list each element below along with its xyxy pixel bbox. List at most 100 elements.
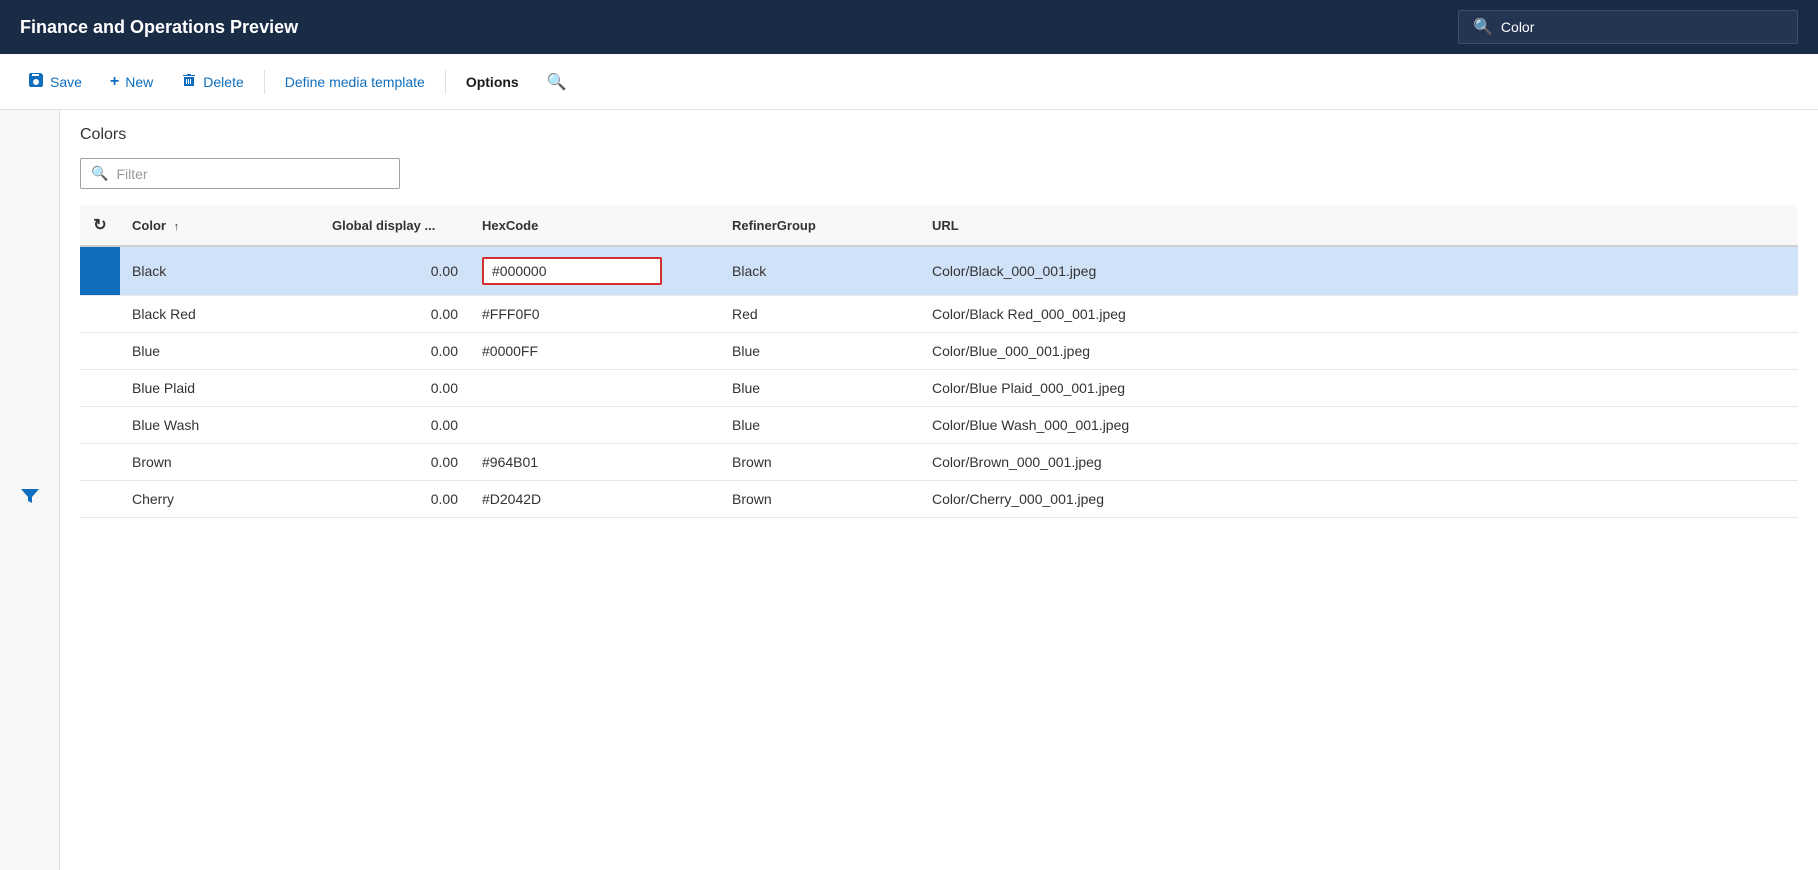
sidebar — [0, 110, 60, 870]
toolbar-divider-2 — [445, 70, 446, 94]
table-header-row: ↻ Color ↑ Global display ... HexCode Ref… — [80, 205, 1798, 246]
hexcode-cell[interactable] — [470, 246, 720, 296]
header-bar: Finance and Operations Preview 🔍 — [0, 0, 1818, 54]
row-indicator — [80, 481, 120, 518]
color-cell: Blue — [120, 333, 320, 370]
table-row[interactable]: Cherry 0.00 #D2042D Brown Color/Cherry_0… — [80, 481, 1798, 518]
toolbar: Save + New Delete Define media template … — [0, 54, 1818, 110]
table-row[interactable]: Blue Plaid 0.00 Blue Color/Blue Plaid_00… — [80, 370, 1798, 407]
define-media-template-button[interactable]: Define media template — [273, 66, 437, 98]
table-row[interactable]: Brown 0.00 #964B01 Brown Color/Brown_000… — [80, 444, 1798, 481]
color-cell: Blue Wash — [120, 407, 320, 444]
row-indicator — [80, 370, 120, 407]
hexcode-cell: #964B01 — [470, 444, 720, 481]
color-column-label: Color — [132, 218, 166, 233]
new-icon: + — [110, 73, 119, 91]
app-title: Finance and Operations Preview — [20, 17, 298, 38]
hexcode-column-label: HexCode — [482, 218, 538, 233]
table-body: Black 0.00 Black Color/Black_000_001.jpe… — [80, 246, 1798, 518]
row-indicator — [80, 333, 120, 370]
refiner-group-cell: Black — [720, 246, 920, 296]
search-icon: 🔍 — [1473, 17, 1493, 37]
new-button[interactable]: + New — [98, 65, 165, 99]
refiner-group-cell: Brown — [720, 481, 920, 518]
refiner-group-cell: Blue — [720, 333, 920, 370]
color-cell: Black — [120, 246, 320, 296]
delete-icon — [181, 72, 197, 91]
refiner-group-column-header[interactable]: RefinerGroup — [720, 205, 920, 246]
hexcode-input[interactable] — [482, 257, 662, 285]
url-cell: Color/Black_000_001.jpeg — [920, 246, 1798, 296]
color-cell: Blue Plaid — [120, 370, 320, 407]
table-header: ↻ Color ↑ Global display ... HexCode Ref… — [80, 205, 1798, 246]
color-cell: Cherry — [120, 481, 320, 518]
refiner-group-cell: Blue — [720, 370, 920, 407]
global-display-cell: 0.00 — [320, 296, 470, 333]
content-panel: Colors 🔍 ↻ Color ↑ Glo — [60, 110, 1818, 870]
filter-container: 🔍 — [80, 158, 1798, 189]
url-column-header[interactable]: URL — [920, 205, 1798, 246]
global-search[interactable]: 🔍 — [1458, 10, 1798, 44]
global-display-cell: 0.00 — [320, 246, 470, 296]
url-cell: Color/Brown_000_001.jpeg — [920, 444, 1798, 481]
refiner-group-column-label: RefinerGroup — [732, 218, 816, 233]
color-column-header[interactable]: Color ↑ — [120, 205, 320, 246]
table-row[interactable]: Black Red 0.00 #FFF0F0 Red Color/Black R… — [80, 296, 1798, 333]
refiner-group-cell: Red — [720, 296, 920, 333]
color-cell: Black Red — [120, 296, 320, 333]
global-display-cell: 0.00 — [320, 370, 470, 407]
save-label: Save — [50, 74, 82, 90]
hexcode-cell — [470, 407, 720, 444]
table-row[interactable]: Blue Wash 0.00 Blue Color/Blue Wash_000_… — [80, 407, 1798, 444]
filter-search-icon: 🔍 — [91, 165, 108, 182]
sort-asc-icon: ↑ — [174, 221, 180, 233]
hexcode-cell: #0000FF — [470, 333, 720, 370]
hexcode-cell: #D2042D — [470, 481, 720, 518]
url-cell: Color/Blue Wash_000_001.jpeg — [920, 407, 1798, 444]
filter-input-wrap: 🔍 — [80, 158, 400, 189]
new-label: New — [125, 74, 153, 90]
refiner-group-cell: Brown — [720, 444, 920, 481]
global-display-cell: 0.00 — [320, 444, 470, 481]
global-search-input[interactable] — [1501, 19, 1783, 35]
row-indicator — [80, 407, 120, 444]
data-table: ↻ Color ↑ Global display ... HexCode Ref… — [80, 205, 1798, 518]
define-media-template-label: Define media template — [285, 74, 425, 90]
row-indicator — [80, 444, 120, 481]
row-indicator — [80, 296, 120, 333]
url-cell: Color/Blue_000_001.jpeg — [920, 333, 1798, 370]
url-cell: Color/Cherry_000_001.jpeg — [920, 481, 1798, 518]
refresh-column-header[interactable]: ↻ — [80, 205, 120, 246]
save-button[interactable]: Save — [16, 64, 94, 99]
filter-icon — [20, 490, 40, 510]
save-icon — [28, 72, 44, 91]
table-row[interactable]: Black 0.00 Black Color/Black_000_001.jpe… — [80, 246, 1798, 296]
global-display-cell: 0.00 — [320, 481, 470, 518]
refiner-group-cell: Blue — [720, 407, 920, 444]
options-label: Options — [466, 74, 519, 90]
toolbar-search-icon: 🔍 — [547, 72, 567, 92]
url-column-label: URL — [932, 218, 959, 233]
url-cell: Color/Black Red_000_001.jpeg — [920, 296, 1798, 333]
global-display-cell: 0.00 — [320, 407, 470, 444]
delete-label: Delete — [203, 74, 243, 90]
filter-toggle-button[interactable] — [16, 126, 44, 870]
global-display-column-header[interactable]: Global display ... — [320, 205, 470, 246]
row-selected-indicator — [80, 246, 120, 296]
toolbar-search-button[interactable]: 🔍 — [535, 64, 579, 100]
global-display-column-label: Global display ... — [332, 218, 435, 233]
delete-button[interactable]: Delete — [169, 64, 255, 99]
hexcode-cell — [470, 370, 720, 407]
hexcode-column-header[interactable]: HexCode — [470, 205, 720, 246]
refresh-icon: ↻ — [93, 217, 106, 234]
url-cell: Color/Blue Plaid_000_001.jpeg — [920, 370, 1798, 407]
hexcode-cell: #FFF0F0 — [470, 296, 720, 333]
filter-input[interactable] — [116, 166, 389, 182]
toolbar-divider-1 — [264, 70, 265, 94]
main-content: Colors 🔍 ↻ Color ↑ Glo — [0, 110, 1818, 870]
options-button[interactable]: Options — [454, 66, 531, 98]
global-display-cell: 0.00 — [320, 333, 470, 370]
table-row[interactable]: Blue 0.00 #0000FF Blue Color/Blue_000_00… — [80, 333, 1798, 370]
section-title: Colors — [80, 126, 1798, 144]
color-cell: Brown — [120, 444, 320, 481]
